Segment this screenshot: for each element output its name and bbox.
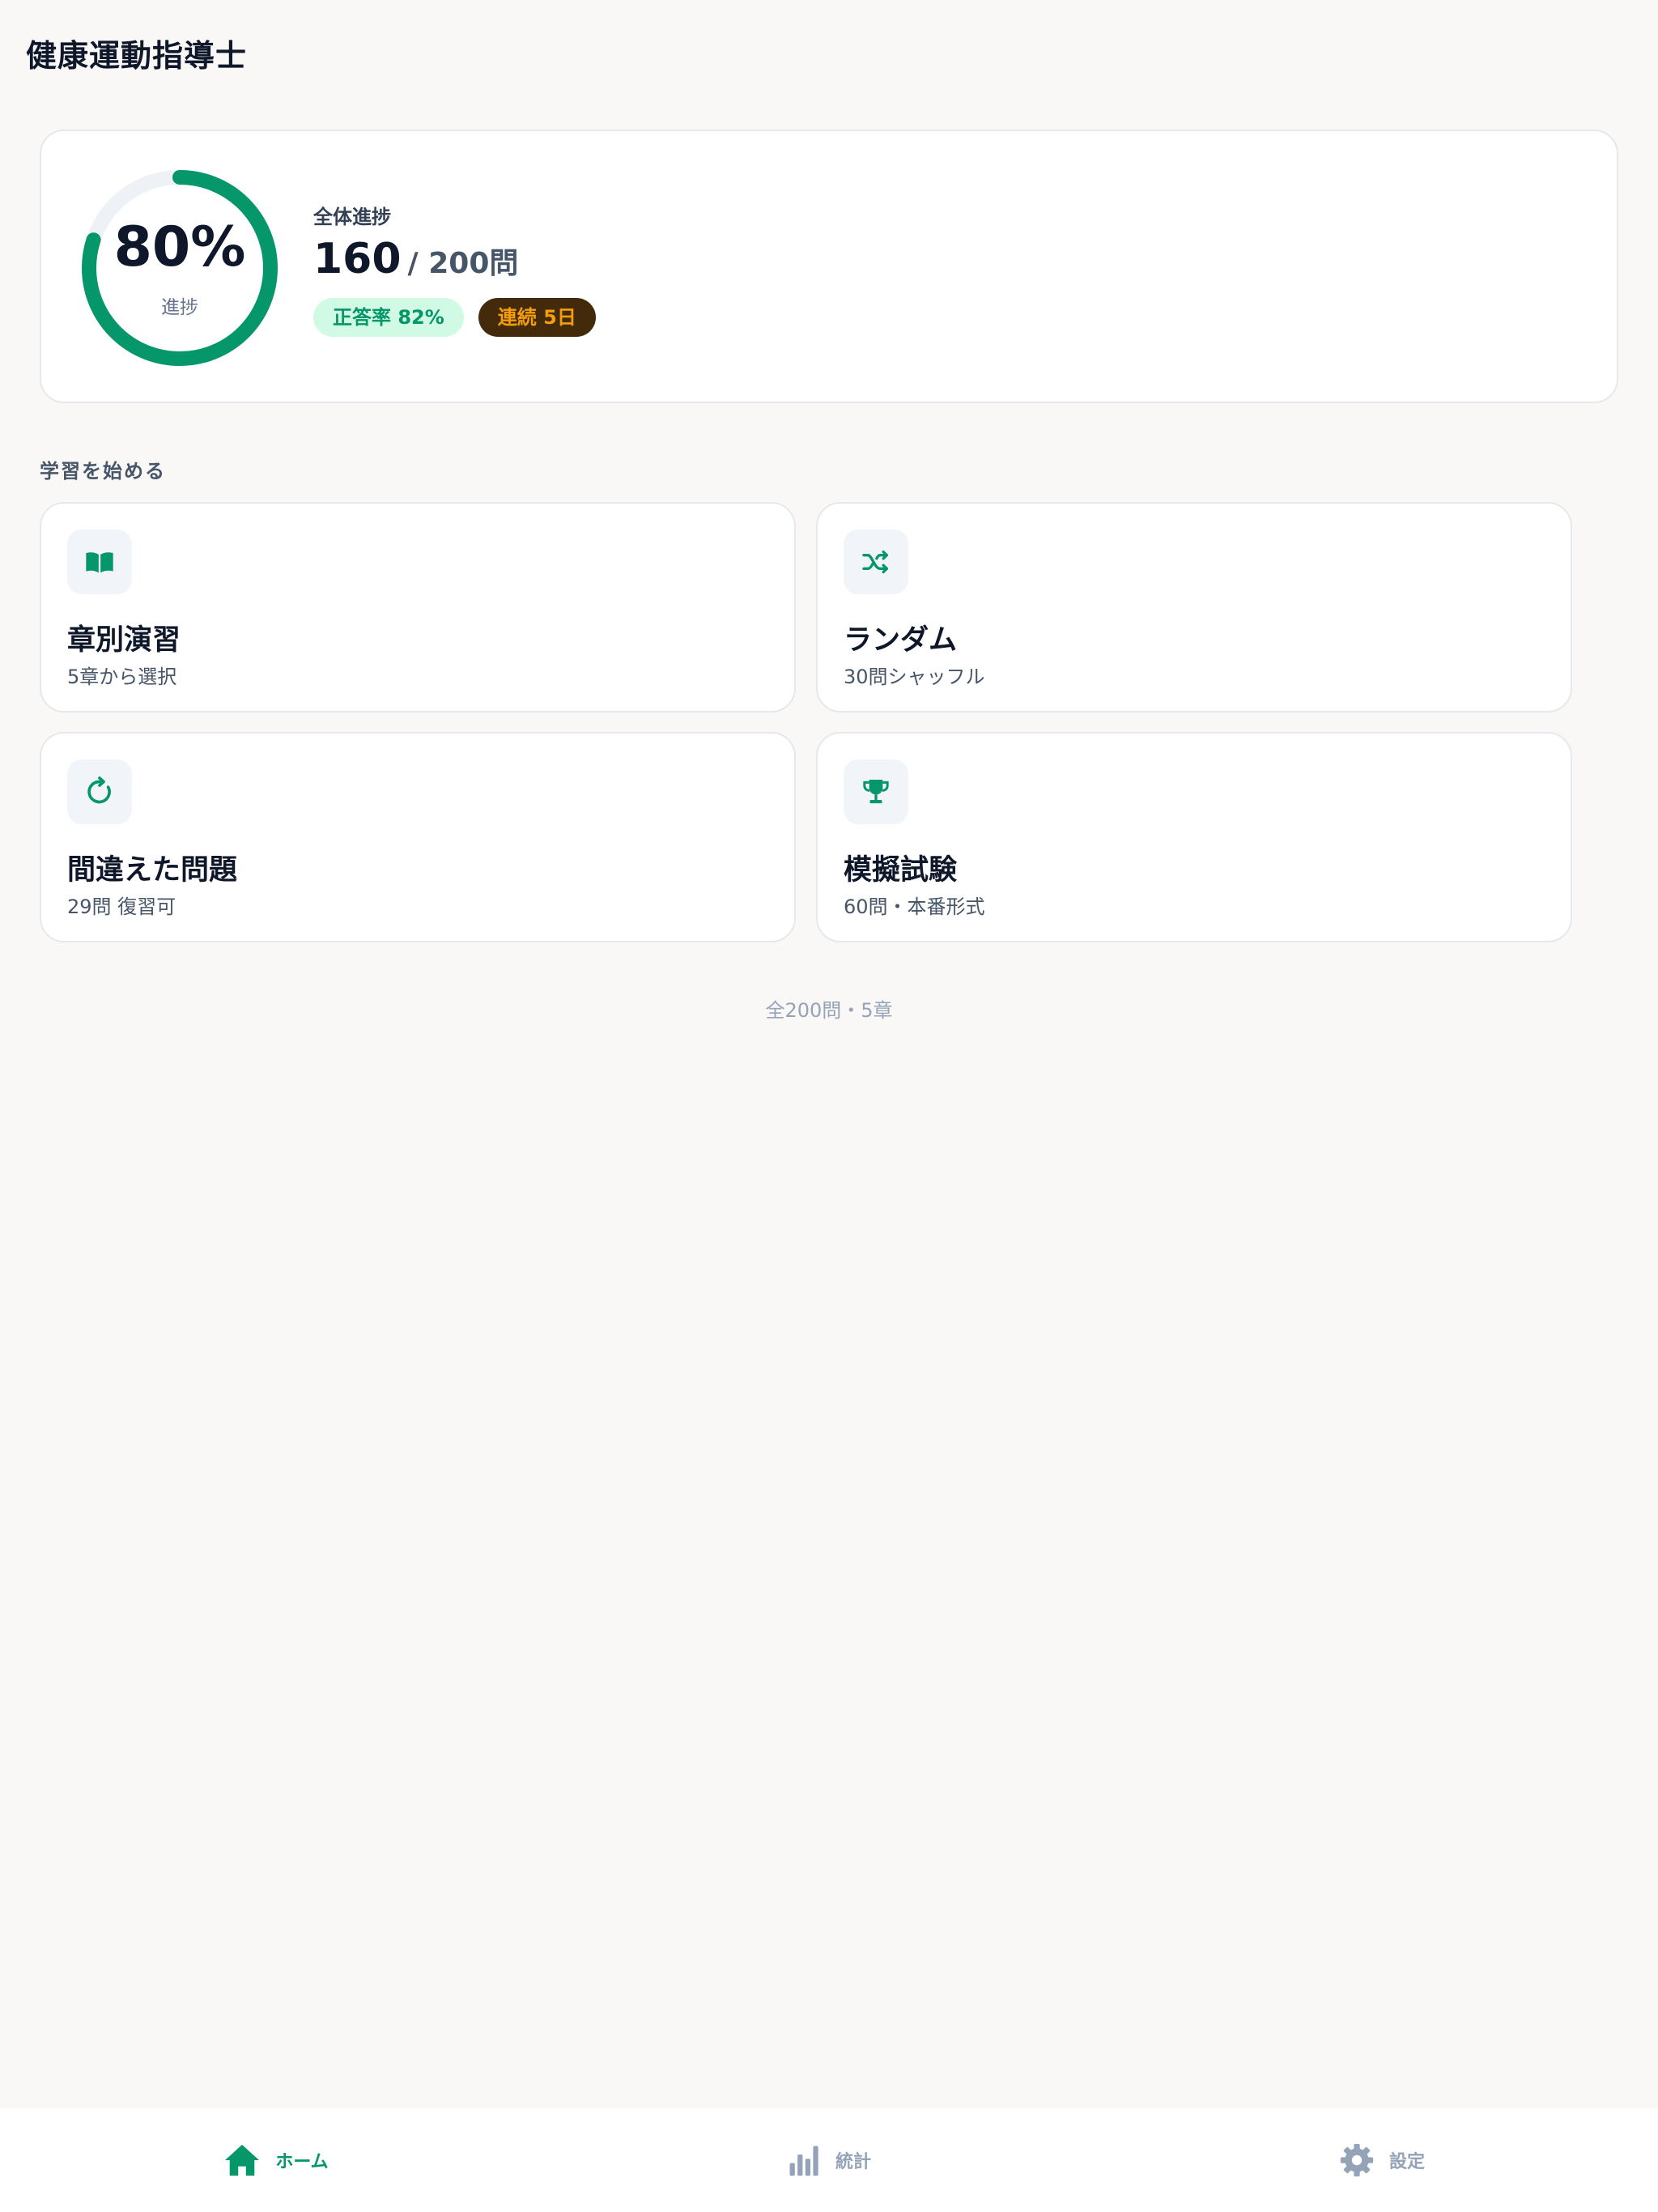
chapter-practice-card[interactable]: 章別演習 5章から選択 bbox=[40, 502, 796, 713]
tab-label: ホーム bbox=[275, 2152, 329, 2172]
tab-label: 設定 bbox=[1388, 2152, 1425, 2172]
random-card[interactable]: ランダム 30問シャッフル bbox=[816, 502, 1572, 713]
refresh-icon bbox=[67, 759, 132, 824]
tab-stats[interactable]: 統計 bbox=[553, 2108, 1105, 2212]
streak-badge: 連続 5日 bbox=[478, 298, 596, 337]
app-title: 健康運動指導士 bbox=[26, 38, 248, 74]
card-title: 章別演習 bbox=[67, 624, 181, 657]
mock-exam-card[interactable]: 模擬試験 60問・本番形式 bbox=[816, 732, 1572, 942]
overall-progress-label: 全体進捗 bbox=[313, 206, 391, 228]
trophy-icon bbox=[844, 759, 908, 824]
accuracy-badge: 正答率 82% bbox=[313, 298, 464, 337]
section-title: 学習を始める bbox=[40, 460, 166, 483]
bar-chart-icon bbox=[789, 2146, 818, 2176]
card-subtitle: 5章から選択 bbox=[67, 666, 177, 688]
questions-done: 160 bbox=[313, 235, 402, 283]
card-title: 間違えた問題 bbox=[67, 854, 238, 887]
overall-progress-count: 160/ 200問 bbox=[313, 235, 518, 283]
shuffle-icon bbox=[844, 530, 908, 594]
card-subtitle: 30問シャッフル bbox=[844, 666, 985, 688]
progress-card: 80% 進捗 全体進捗 160/ 200問 正答率 82% 連続 5日 bbox=[40, 130, 1618, 403]
tab-settings[interactable]: 設定 bbox=[1106, 2108, 1658, 2212]
card-subtitle: 29問 復習可 bbox=[67, 895, 176, 918]
gear-icon bbox=[1340, 2143, 1374, 2177]
card-title: 模擬試験 bbox=[844, 854, 958, 887]
card-subtitle: 60問・本番形式 bbox=[844, 895, 985, 918]
book-icon bbox=[67, 530, 132, 594]
progress-badges: 正答率 82% 連続 5日 bbox=[313, 298, 596, 337]
questions-total: / 200問 bbox=[407, 247, 519, 280]
tab-label: 統計 bbox=[835, 2152, 871, 2172]
tab-home[interactable]: ホーム bbox=[0, 2108, 552, 2212]
progress-percent: 80% bbox=[113, 215, 246, 279]
tab-bar: ホーム 統計 設定 bbox=[0, 2108, 1658, 2212]
card-title: ランダム bbox=[844, 624, 958, 657]
footer-note: 全200問・5章 bbox=[765, 999, 893, 1022]
progress-ring-label: 進捗 bbox=[161, 297, 198, 318]
home-icon bbox=[225, 2144, 260, 2176]
wrong-answers-card[interactable]: 間違えた問題 29問 復習可 bbox=[40, 732, 796, 942]
